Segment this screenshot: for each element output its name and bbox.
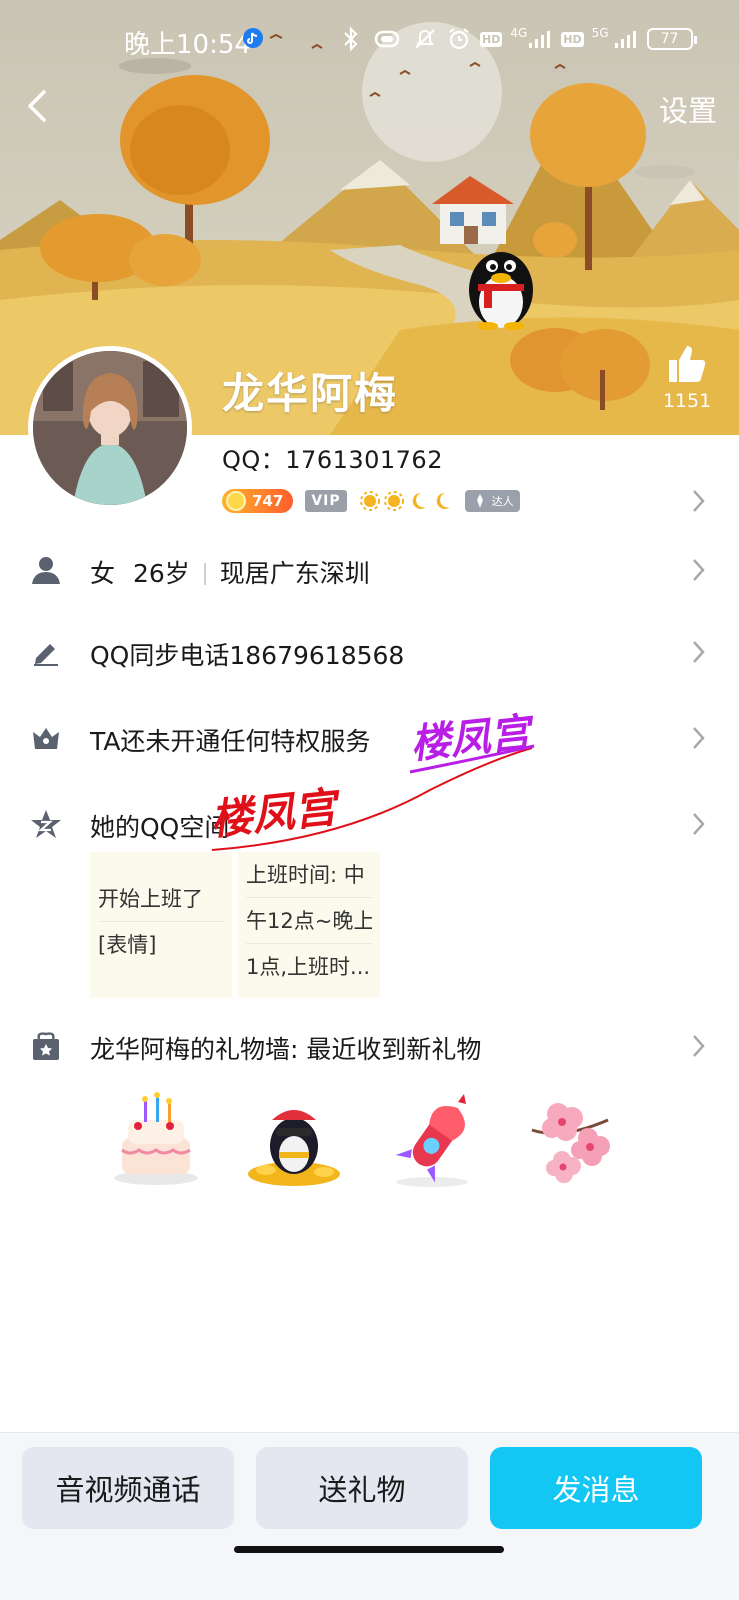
location-label: 现居广东深圳: [219, 559, 370, 588]
level-badge: 747: [222, 489, 294, 513]
signal-bars-icon-2: [614, 31, 636, 48]
qzone-post-card[interactable]: 上班时间: 中 午12点~晚上 1点,上班时...: [238, 852, 380, 998]
alarm-icon: [449, 28, 469, 50]
hd-voice-icon: HD: [480, 31, 503, 47]
battery-level: 77: [660, 31, 679, 47]
send-message-button[interactable]: 发消息: [490, 1447, 702, 1529]
divider: [203, 563, 206, 585]
vip-badge: VIP: [305, 490, 347, 512]
qzone-label: 她的QQ空间: [90, 813, 230, 842]
row-signature[interactable]: QQ同步电话18679618568: [0, 622, 739, 682]
post-text-line: [表情]: [98, 933, 157, 957]
send-gift-button[interactable]: 送礼物: [256, 1447, 468, 1529]
penguin-coins-gift-icon[interactable]: [246, 1090, 342, 1190]
status-icons: HD 4G HD 5G 77: [340, 22, 697, 56]
signal-5g-label: 5G: [591, 26, 609, 40]
chevron-right-icon: [693, 727, 705, 749]
bottom-action-bar: 音视频通话 送礼物 发消息: [0, 1432, 739, 1600]
battery-icon: 77: [646, 28, 697, 50]
gift-box-icon: [33, 1032, 59, 1060]
row-qzone[interactable]: 她的QQ空间: [0, 794, 739, 854]
chevron-right-icon: [693, 641, 705, 663]
level-icons: [359, 490, 453, 512]
video-call-button[interactable]: 音视频通话: [22, 1447, 234, 1529]
like-button[interactable]: 1151: [657, 342, 717, 412]
pencil-icon: [34, 644, 58, 666]
post-text-line: 上班时间: 中: [246, 852, 372, 898]
daren-badge: 达人: [464, 490, 520, 512]
blossom-gift-icon[interactable]: [522, 1090, 618, 1190]
privilege-text: TA还未开通任何特权服务: [90, 727, 371, 756]
qq-number: QQ：1761301762: [222, 446, 443, 474]
moon-level-icon: [412, 492, 426, 509]
status-time: 晚上10:54: [124, 30, 251, 60]
chevron-right-icon: [693, 813, 705, 835]
home-indicator[interactable]: [234, 1546, 504, 1553]
qzone-post-card[interactable]: 开始上班了 [表情]: [90, 852, 232, 998]
chevron-right-icon: [693, 559, 705, 581]
badges-chevron-right-icon[interactable]: [691, 487, 707, 515]
sun-level-icon: [359, 491, 380, 511]
status-bar: 晚上10:54 HD 4G HD 5G 77: [0, 0, 739, 80]
qzone-posts: 开始上班了 [表情] 上班时间: 中 午12点~晚上 1点,上班时...: [90, 852, 380, 998]
daren-label: 达人: [491, 495, 514, 508]
settings-button[interactable]: 设置: [659, 88, 717, 130]
gift-list: [108, 1090, 618, 1190]
thumbs-up-icon: [669, 346, 706, 382]
mute-bell-icon: [415, 29, 435, 49]
sun-level-icon-2: [383, 491, 404, 511]
badges-row[interactable]: 747 VIP 达人: [222, 486, 520, 516]
profile-nickname: 龙华阿梅: [222, 369, 399, 418]
sun-coin-icon: [226, 491, 246, 511]
signal-4g-label: 4G: [510, 26, 528, 40]
level-value: 747: [252, 492, 284, 510]
post-text-line: 开始上班了: [98, 876, 224, 922]
rocket-gift-icon[interactable]: [384, 1090, 480, 1190]
row-privilege[interactable]: TA还未开通任何特权服务: [0, 708, 739, 768]
signal-bars-icon: [529, 31, 551, 48]
crown-icon: [33, 728, 59, 749]
avatar[interactable]: [28, 346, 192, 510]
signature-text: QQ同步电话18679618568: [90, 641, 405, 670]
person-icon: [32, 557, 60, 584]
like-count: 1151: [662, 390, 712, 412]
vibrate-icon: [374, 30, 400, 48]
post-text-line: 午12点~晚上: [246, 898, 372, 944]
post-text-line: 1点,上班时...: [246, 955, 371, 979]
bluetooth-icon: [344, 26, 358, 52]
chevron-right-icon: [693, 1035, 705, 1057]
gift-wall-label: 龙华阿梅的礼物墙: 最近收到新礼物: [90, 1035, 482, 1064]
gender-label: 女: [90, 559, 116, 588]
wings-icon: [476, 494, 483, 508]
row-gift-wall[interactable]: 龙华阿梅的礼物墙: 最近收到新礼物: [0, 1016, 739, 1076]
avatar-photo: [33, 351, 187, 505]
moon-level-icon-2: [436, 492, 450, 509]
row-basic-info[interactable]: 女 26岁 现居广东深圳: [0, 540, 739, 600]
cake-gift-icon[interactable]: [108, 1090, 204, 1190]
qzone-star-icon: [31, 810, 61, 838]
back-arrow-icon[interactable]: [18, 86, 58, 126]
hd-voice-icon-2: HD: [561, 31, 584, 47]
age-label: 26岁: [132, 559, 190, 588]
tiktok-notification-icon: [243, 28, 263, 48]
